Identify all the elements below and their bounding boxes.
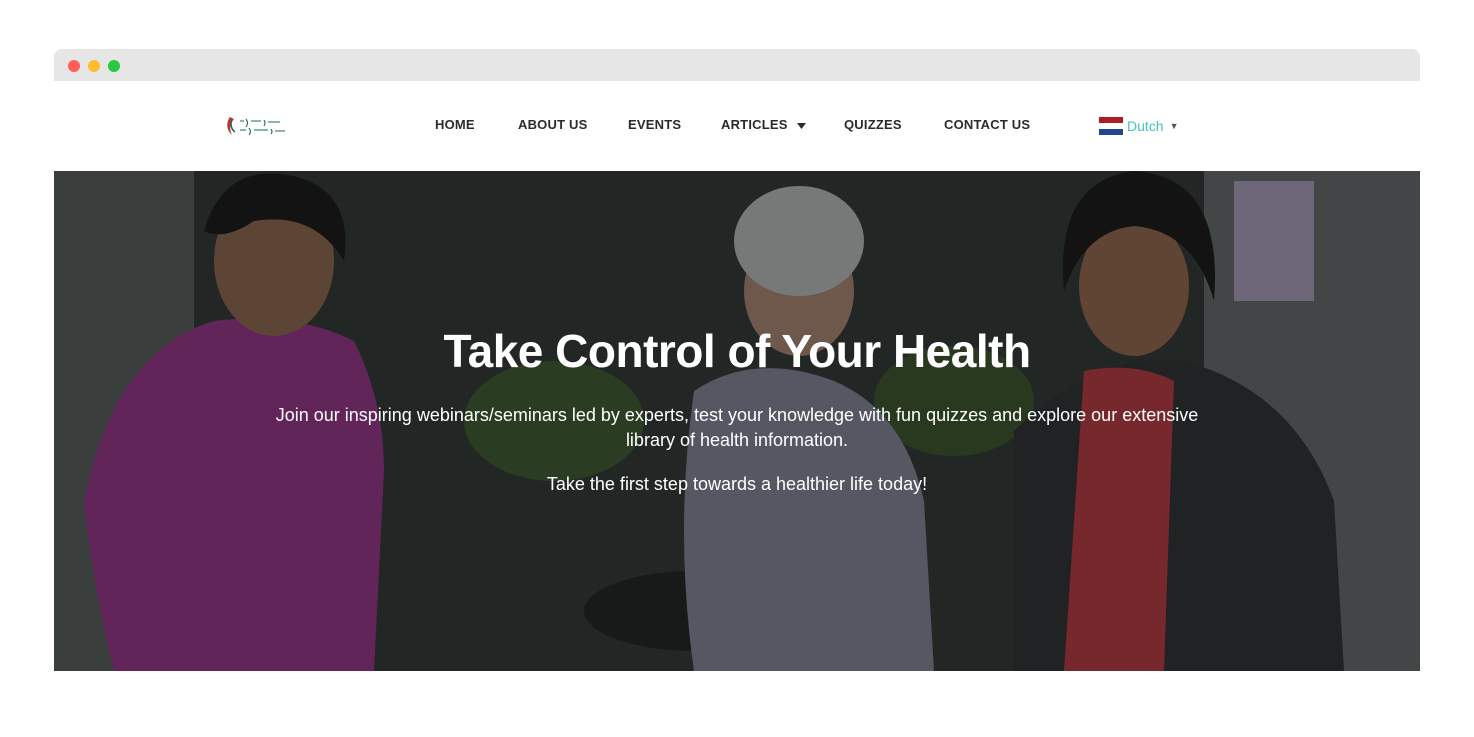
maximize-window-button[interactable] (108, 60, 120, 72)
caret-down-icon: ▼ (1169, 121, 1179, 131)
nav-events[interactable]: EVENTS (628, 117, 681, 132)
nav-articles[interactable]: ARTICLES (721, 117, 807, 132)
site-header: HOME ABOUT US EVENTS ARTICLES QUIZZES CO… (54, 81, 1420, 171)
language-label: Dutch (1127, 118, 1164, 134)
browser-titlebar (54, 49, 1420, 81)
nav-home[interactable]: HOME (435, 117, 475, 132)
main-nav: HOME ABOUT US EVENTS ARTICLES QUIZZES CO… (54, 81, 1420, 171)
nav-about-us[interactable]: ABOUT US (518, 117, 588, 132)
hero-description: Join our inspiring webinars/seminars led… (275, 405, 1199, 450)
nav-quizzes[interactable]: QUIZZES (844, 117, 902, 132)
close-window-button[interactable] (68, 60, 80, 72)
nav-contact-us[interactable]: CONTACT US (944, 117, 1030, 132)
browser-window: HOME ABOUT US EVENTS ARTICLES QUIZZES CO… (54, 49, 1420, 671)
netherlands-flag-icon (1099, 117, 1123, 135)
nav-articles-label: ARTICLES (721, 117, 788, 132)
hero-title: Take Control of Your Health (443, 325, 1031, 377)
hero-cta-text: Take the first step towards a healthier … (546, 474, 928, 494)
chevron-down-icon (797, 122, 807, 129)
language-switcher[interactable]: Dutch ▼ (1099, 116, 1179, 136)
minimize-window-button[interactable] (88, 60, 100, 72)
hero-section: Take Control of Your Health Join our ins… (54, 171, 1420, 671)
